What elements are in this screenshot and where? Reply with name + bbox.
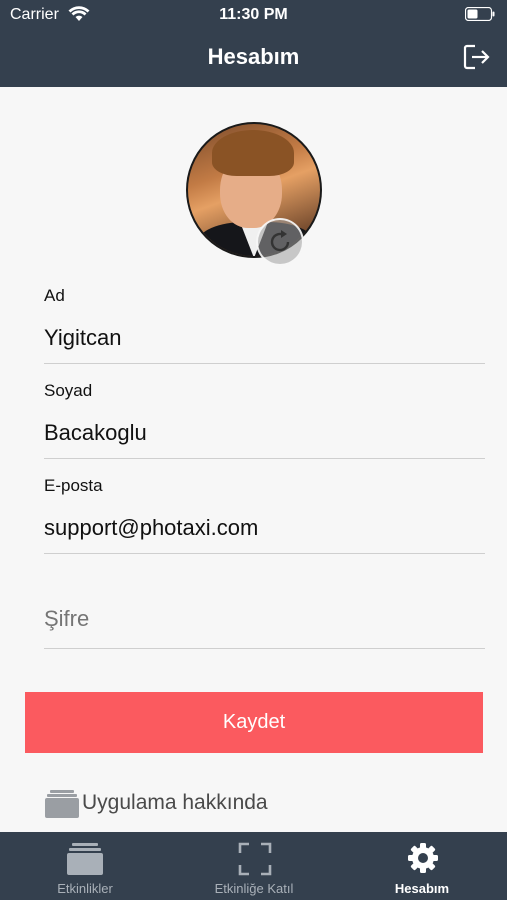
save-button[interactable]: Kaydet: [25, 692, 483, 753]
scan-frame-icon: [238, 842, 272, 876]
about-app-label: Uygulama hakkında: [82, 791, 268, 814]
avatar-hair-shape: [212, 130, 294, 176]
gear-icon: [408, 843, 438, 873]
tab-account[interactable]: Hesabım: [372, 832, 472, 900]
email-label: E-posta: [44, 476, 103, 495]
rotate-icon: [270, 230, 290, 252]
tab-join-event[interactable]: Etkinliğe Katıl: [200, 832, 308, 900]
email-field[interactable]: [44, 510, 484, 546]
app-stack-icon: [45, 790, 79, 818]
status-time: 11:30 PM: [219, 6, 288, 23]
battery-icon: [465, 7, 495, 21]
first-name-field[interactable]: [44, 320, 484, 356]
page-title: Hesabım: [207, 44, 300, 69]
last-name-divider: [44, 458, 485, 459]
top-bar: Carrier 11:30 PM Hesabım: [0, 0, 507, 87]
password-field[interactable]: [44, 601, 484, 637]
tab-join-event-label: Etkinliğe Katıl: [214, 881, 294, 896]
last-name-label: Soyad: [44, 381, 93, 400]
first-name-divider: [44, 363, 485, 364]
rotate-photo-button[interactable]: [256, 218, 304, 266]
tab-account-label: Hesabım: [394, 881, 450, 896]
email-divider: [44, 553, 485, 554]
tab-events[interactable]: Etkinlikler: [35, 832, 135, 900]
last-name-field[interactable]: [44, 415, 484, 451]
tab-bar: Etkinlikler Etkinliğe Katıl Hesabım: [0, 832, 507, 900]
password-divider: [44, 648, 485, 649]
first-name-label: Ad: [44, 286, 65, 305]
logout-icon[interactable]: [463, 44, 491, 70]
tab-events-label: Etkinlikler: [57, 881, 113, 896]
events-icon: [67, 843, 103, 875]
status-bar: Carrier 11:30 PM: [0, 0, 507, 30]
